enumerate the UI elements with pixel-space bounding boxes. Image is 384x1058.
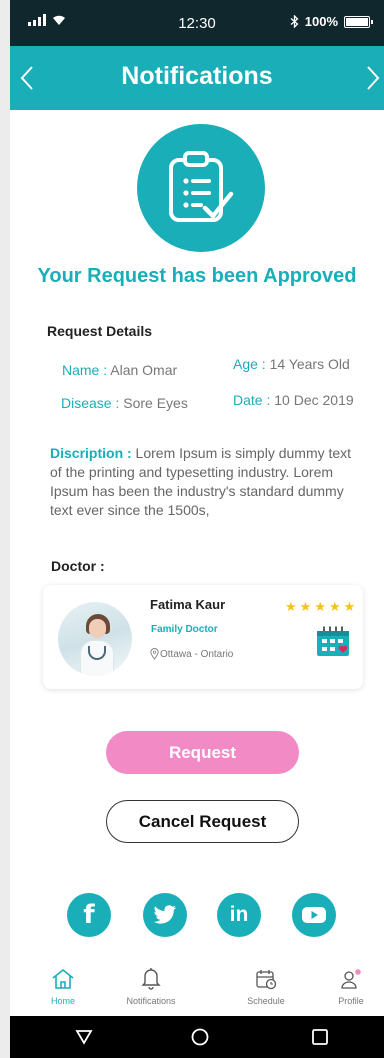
tab-schedule-label: Schedule bbox=[247, 996, 285, 1006]
tab-notifications-label: Notifications bbox=[126, 996, 176, 1006]
request-details-heading: Request Details bbox=[47, 323, 153, 339]
date-value: 10 Dec 2019 bbox=[270, 392, 354, 408]
date-field: Date : 10 Dec 2019 bbox=[233, 392, 354, 408]
tab-schedule[interactable]: Schedule bbox=[231, 964, 301, 1006]
approval-title: Your Request has been Approved bbox=[37, 265, 357, 287]
tab-home-label: Home bbox=[50, 996, 75, 1006]
tab-notifications[interactable]: Notifications bbox=[116, 964, 186, 1006]
doctor-name: Fatima Kaur bbox=[150, 597, 226, 612]
location-pin-icon bbox=[150, 648, 159, 660]
doctor-card[interactable]: Fatima Kaur Family Doctor Ottawa - Ontar… bbox=[43, 585, 363, 689]
home-circle-icon[interactable] bbox=[188, 1025, 212, 1049]
status-right: 100% bbox=[290, 14, 373, 29]
linkedin-icon[interactable]: in bbox=[217, 893, 261, 937]
calendar-heart-icon[interactable] bbox=[316, 624, 350, 663]
status-bar: 12:30 100% bbox=[10, 0, 384, 46]
bell-icon bbox=[116, 964, 186, 990]
home-icon bbox=[28, 964, 98, 990]
android-nav-bar bbox=[10, 1016, 384, 1058]
facebook-icon[interactable]: f bbox=[67, 893, 111, 937]
disease-value: Sore Eyes bbox=[119, 395, 188, 411]
disease-field: Disease : Sore Eyes bbox=[61, 395, 188, 411]
date-label: Date : bbox=[233, 392, 271, 408]
star-icon: ★ bbox=[343, 599, 356, 614]
twitter-icon[interactable] bbox=[143, 893, 187, 937]
back-triangle-icon[interactable] bbox=[72, 1025, 96, 1049]
star-icon: ★ bbox=[299, 599, 312, 614]
youtube-icon[interactable] bbox=[292, 893, 336, 937]
age-label: Age : bbox=[233, 356, 266, 372]
tab-home[interactable]: Home bbox=[28, 964, 98, 1006]
battery-percent: 100% bbox=[304, 14, 338, 29]
tab-profile[interactable]: Profile bbox=[316, 964, 384, 1006]
star-icon: ★ bbox=[285, 599, 297, 614]
doctor-location-text: Ottawa - Ontario bbox=[160, 648, 234, 660]
disease-label: Disease : bbox=[61, 395, 120, 411]
doctor-location: Ottawa - Ontario bbox=[150, 648, 233, 660]
profile-icon bbox=[316, 964, 384, 990]
name-label: Name : bbox=[62, 362, 108, 378]
tab-profile-label: Profile bbox=[338, 996, 364, 1006]
doctor-heading: Doctor : bbox=[51, 558, 105, 574]
name-field: Name : Alan Omar bbox=[62, 362, 177, 378]
cancel-request-button[interactable]: Cancel Request bbox=[106, 800, 299, 843]
recents-square-icon[interactable] bbox=[308, 1025, 332, 1049]
forward-arrow-icon[interactable] bbox=[358, 58, 384, 98]
name-value: Alan Omar bbox=[107, 362, 178, 378]
phone-screen: 12:30 100% Notifications Your Request ha… bbox=[10, 0, 384, 1058]
age-field: Age : 14 Years Old bbox=[233, 356, 350, 372]
request-button[interactable]: Request bbox=[106, 731, 299, 774]
bluetooth-icon bbox=[290, 15, 299, 28]
description-label: Discription : bbox=[50, 445, 132, 461]
clipboard-check-icon bbox=[137, 124, 265, 252]
app-header: Notifications bbox=[10, 46, 384, 110]
page-title: Notifications bbox=[121, 62, 273, 90]
description: Discription : Lorem Ipsum is simply dumm… bbox=[50, 444, 355, 520]
calendar-clock-icon bbox=[231, 964, 301, 990]
doctor-avatar bbox=[58, 602, 132, 676]
doctor-rating: ★ ★ ★ ★ ★ bbox=[285, 600, 355, 613]
doctor-specialty: Family Doctor bbox=[151, 624, 218, 635]
battery-icon bbox=[344, 15, 373, 28]
star-icon: ★ bbox=[328, 599, 341, 614]
star-icon: ★ bbox=[314, 599, 326, 614]
age-value: 14 Years Old bbox=[265, 356, 350, 372]
